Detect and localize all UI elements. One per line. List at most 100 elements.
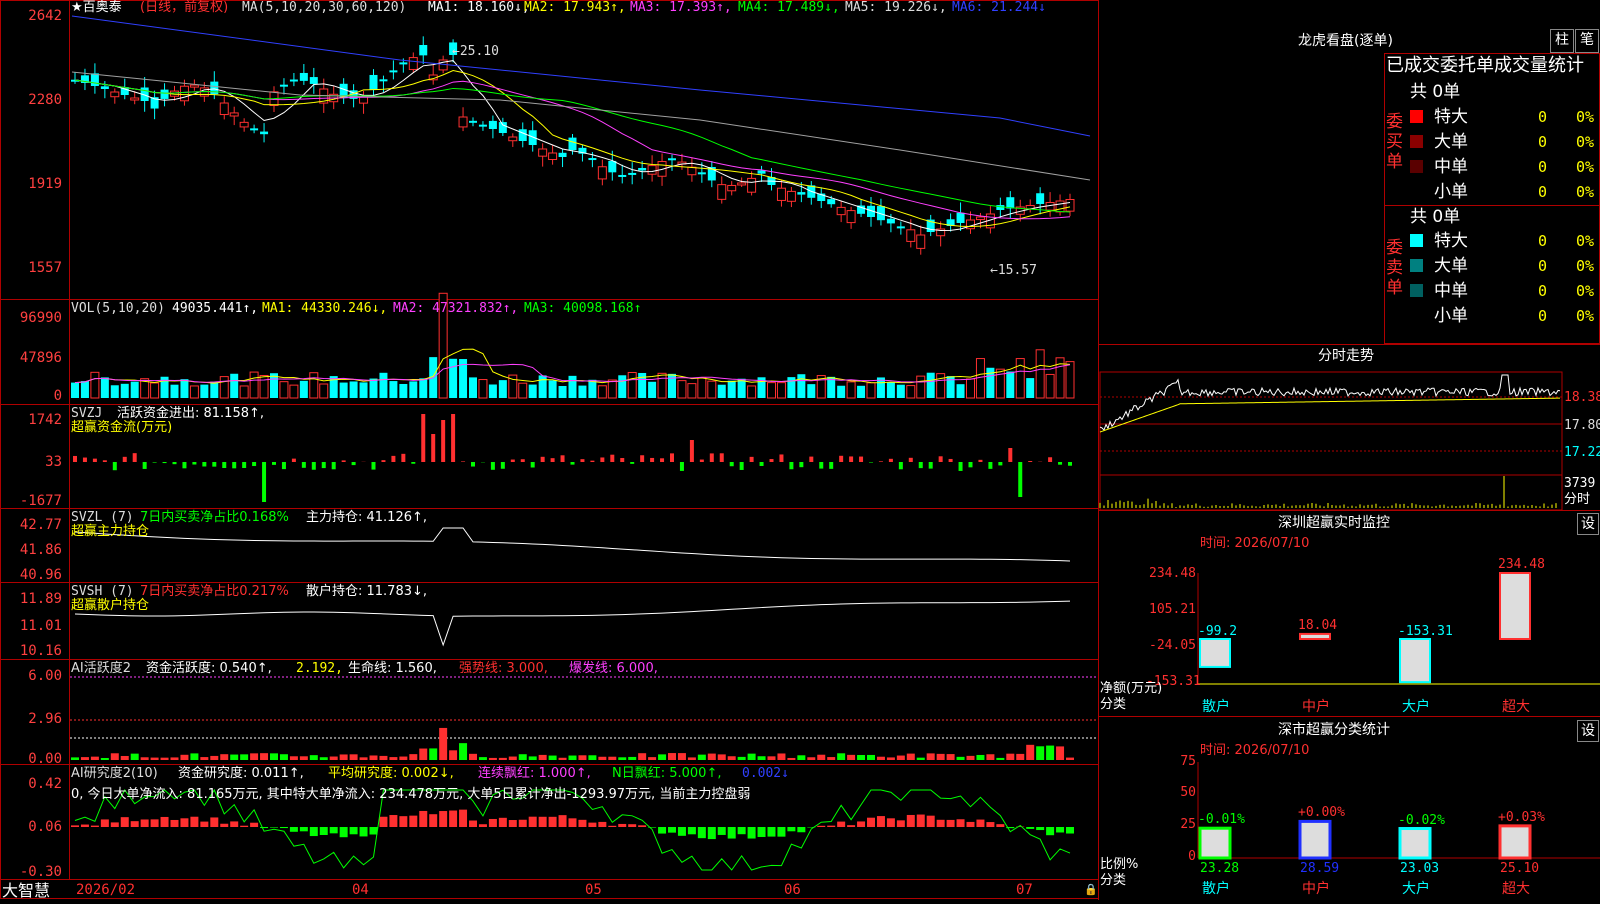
flow-bar (690, 440, 694, 462)
flow-bar (262, 462, 266, 502)
stroke-mode-button[interactable]: 笔 (1575, 29, 1599, 53)
svsh-axis-bottom: 10.16 (0, 643, 62, 659)
activity-bar (887, 757, 895, 760)
lock-icon[interactable]: 🔒 (1084, 883, 1098, 897)
flow-bar (580, 459, 584, 462)
order-size-name: 小单 (1434, 182, 1468, 202)
activity-bar (270, 753, 278, 760)
stats-axis-3: 0 (1160, 850, 1196, 864)
activity-bar (1006, 754, 1014, 760)
fenshi-axis-bottom: 17.22 (1564, 446, 1600, 460)
flow-bar (531, 462, 535, 468)
flow-bar (202, 462, 206, 466)
ai-research-panel[interactable] (71, 790, 1074, 870)
flow-bar (411, 462, 415, 464)
svzl-axis-bottom: 40.96 (0, 567, 62, 583)
stats-bar (1200, 828, 1230, 858)
order-count: 0 (1538, 182, 1547, 202)
fenshi-axis-top: 18.38 (1564, 391, 1600, 405)
flow-bar (939, 456, 943, 462)
volume-bar (419, 378, 427, 398)
volume-bar (937, 374, 945, 398)
vol-value: 49035.441↑, (172, 302, 258, 316)
flow-bar (182, 462, 186, 468)
candle-body (559, 153, 567, 157)
activity-bar (210, 756, 218, 760)
research-bar (360, 827, 368, 836)
svsh-panel[interactable] (75, 601, 1070, 645)
order-size-name: 中单 (1434, 157, 1468, 177)
activity-bar (499, 758, 507, 760)
research-bar (957, 819, 965, 827)
flow-bar (949, 459, 953, 462)
stats-bar-value: 23.03 (1400, 862, 1439, 876)
activity-bar (1046, 746, 1054, 760)
research-bar (678, 827, 686, 836)
volume-bar (588, 380, 596, 398)
monitor-settings-button[interactable]: 设 (1577, 513, 1599, 535)
ai2-nday: N日飘红: 5.000↑, (612, 767, 721, 781)
research-bar (1026, 827, 1034, 829)
stats-bar-value: 25.10 (1500, 862, 1539, 876)
candle-body (190, 85, 198, 87)
activity-bar (200, 757, 208, 760)
flow-bar (760, 462, 764, 466)
research-bar (370, 827, 378, 834)
ai2-average: 平均研究度: 0.002↓, (328, 767, 454, 781)
ai2-axis-top: 0.42 (0, 776, 62, 792)
activity-bar (857, 755, 865, 760)
research-bar (758, 827, 766, 837)
volume-bar (608, 380, 616, 398)
candle-body (409, 58, 417, 70)
candle-body (240, 122, 248, 127)
volume-bar (151, 383, 159, 398)
flow-bar (740, 462, 744, 470)
chart-canvas[interactable] (0, 0, 1600, 900)
intraday-price-line (1100, 375, 1560, 430)
kline-panel[interactable] (71, 16, 1090, 255)
low-marker: ←15.57 (990, 264, 1037, 278)
research-bar (559, 815, 567, 827)
candle-body (957, 213, 965, 223)
activity-bar (967, 756, 975, 760)
svzl-panel[interactable] (75, 528, 1070, 561)
svzj-panel[interactable] (73, 414, 1072, 502)
flow-bar (1068, 462, 1072, 466)
stock-name[interactable]: ★百奥泰 (71, 1, 122, 15)
activity-bar (419, 749, 427, 760)
order-size-name: 大单 (1434, 132, 1468, 152)
bar-mode-button[interactable]: 柱 (1550, 29, 1574, 53)
volume-bar (847, 382, 855, 398)
activity-bar (698, 755, 706, 760)
flow-bar (322, 462, 326, 468)
research-bar (867, 818, 875, 827)
ai2-label: AI研究度2(10) (71, 767, 158, 781)
intraday-panel[interactable] (1100, 372, 1562, 510)
research-bar (250, 823, 258, 827)
svzj-axis-bottom: -1677 (0, 493, 62, 509)
activity-bar (409, 754, 417, 760)
activity-bar (350, 754, 358, 760)
flow-bar (869, 462, 873, 463)
volume-bar (539, 375, 547, 398)
stats-bar-value: 28.59 (1300, 862, 1339, 876)
svsh-label: SVSH (7) (71, 585, 134, 599)
activity-bar (976, 755, 984, 760)
volume-bar (688, 384, 696, 398)
candle-body (469, 121, 477, 123)
activity-bar (1026, 745, 1034, 760)
candle-body (230, 113, 238, 116)
volume-bar (777, 383, 785, 398)
chart-workspace[interactable]: ★百奥泰 (日线，前复权) MA(5,10,20,30,60,120) MA1:… (0, 0, 1600, 900)
research-bar (161, 817, 169, 827)
activity-bar (161, 758, 169, 760)
volume-bar (469, 377, 477, 398)
ai1-axis-mid: 2.96 (0, 711, 62, 727)
stats-settings-button[interactable]: 设 (1577, 720, 1599, 742)
volume-bar (598, 386, 606, 398)
flow-bar (342, 460, 346, 462)
ai-activity-panel[interactable] (70, 677, 1098, 760)
fenshi-axis-mid: 17.80 (1564, 419, 1600, 433)
research-bar (230, 821, 238, 827)
activity-bar (71, 757, 79, 760)
